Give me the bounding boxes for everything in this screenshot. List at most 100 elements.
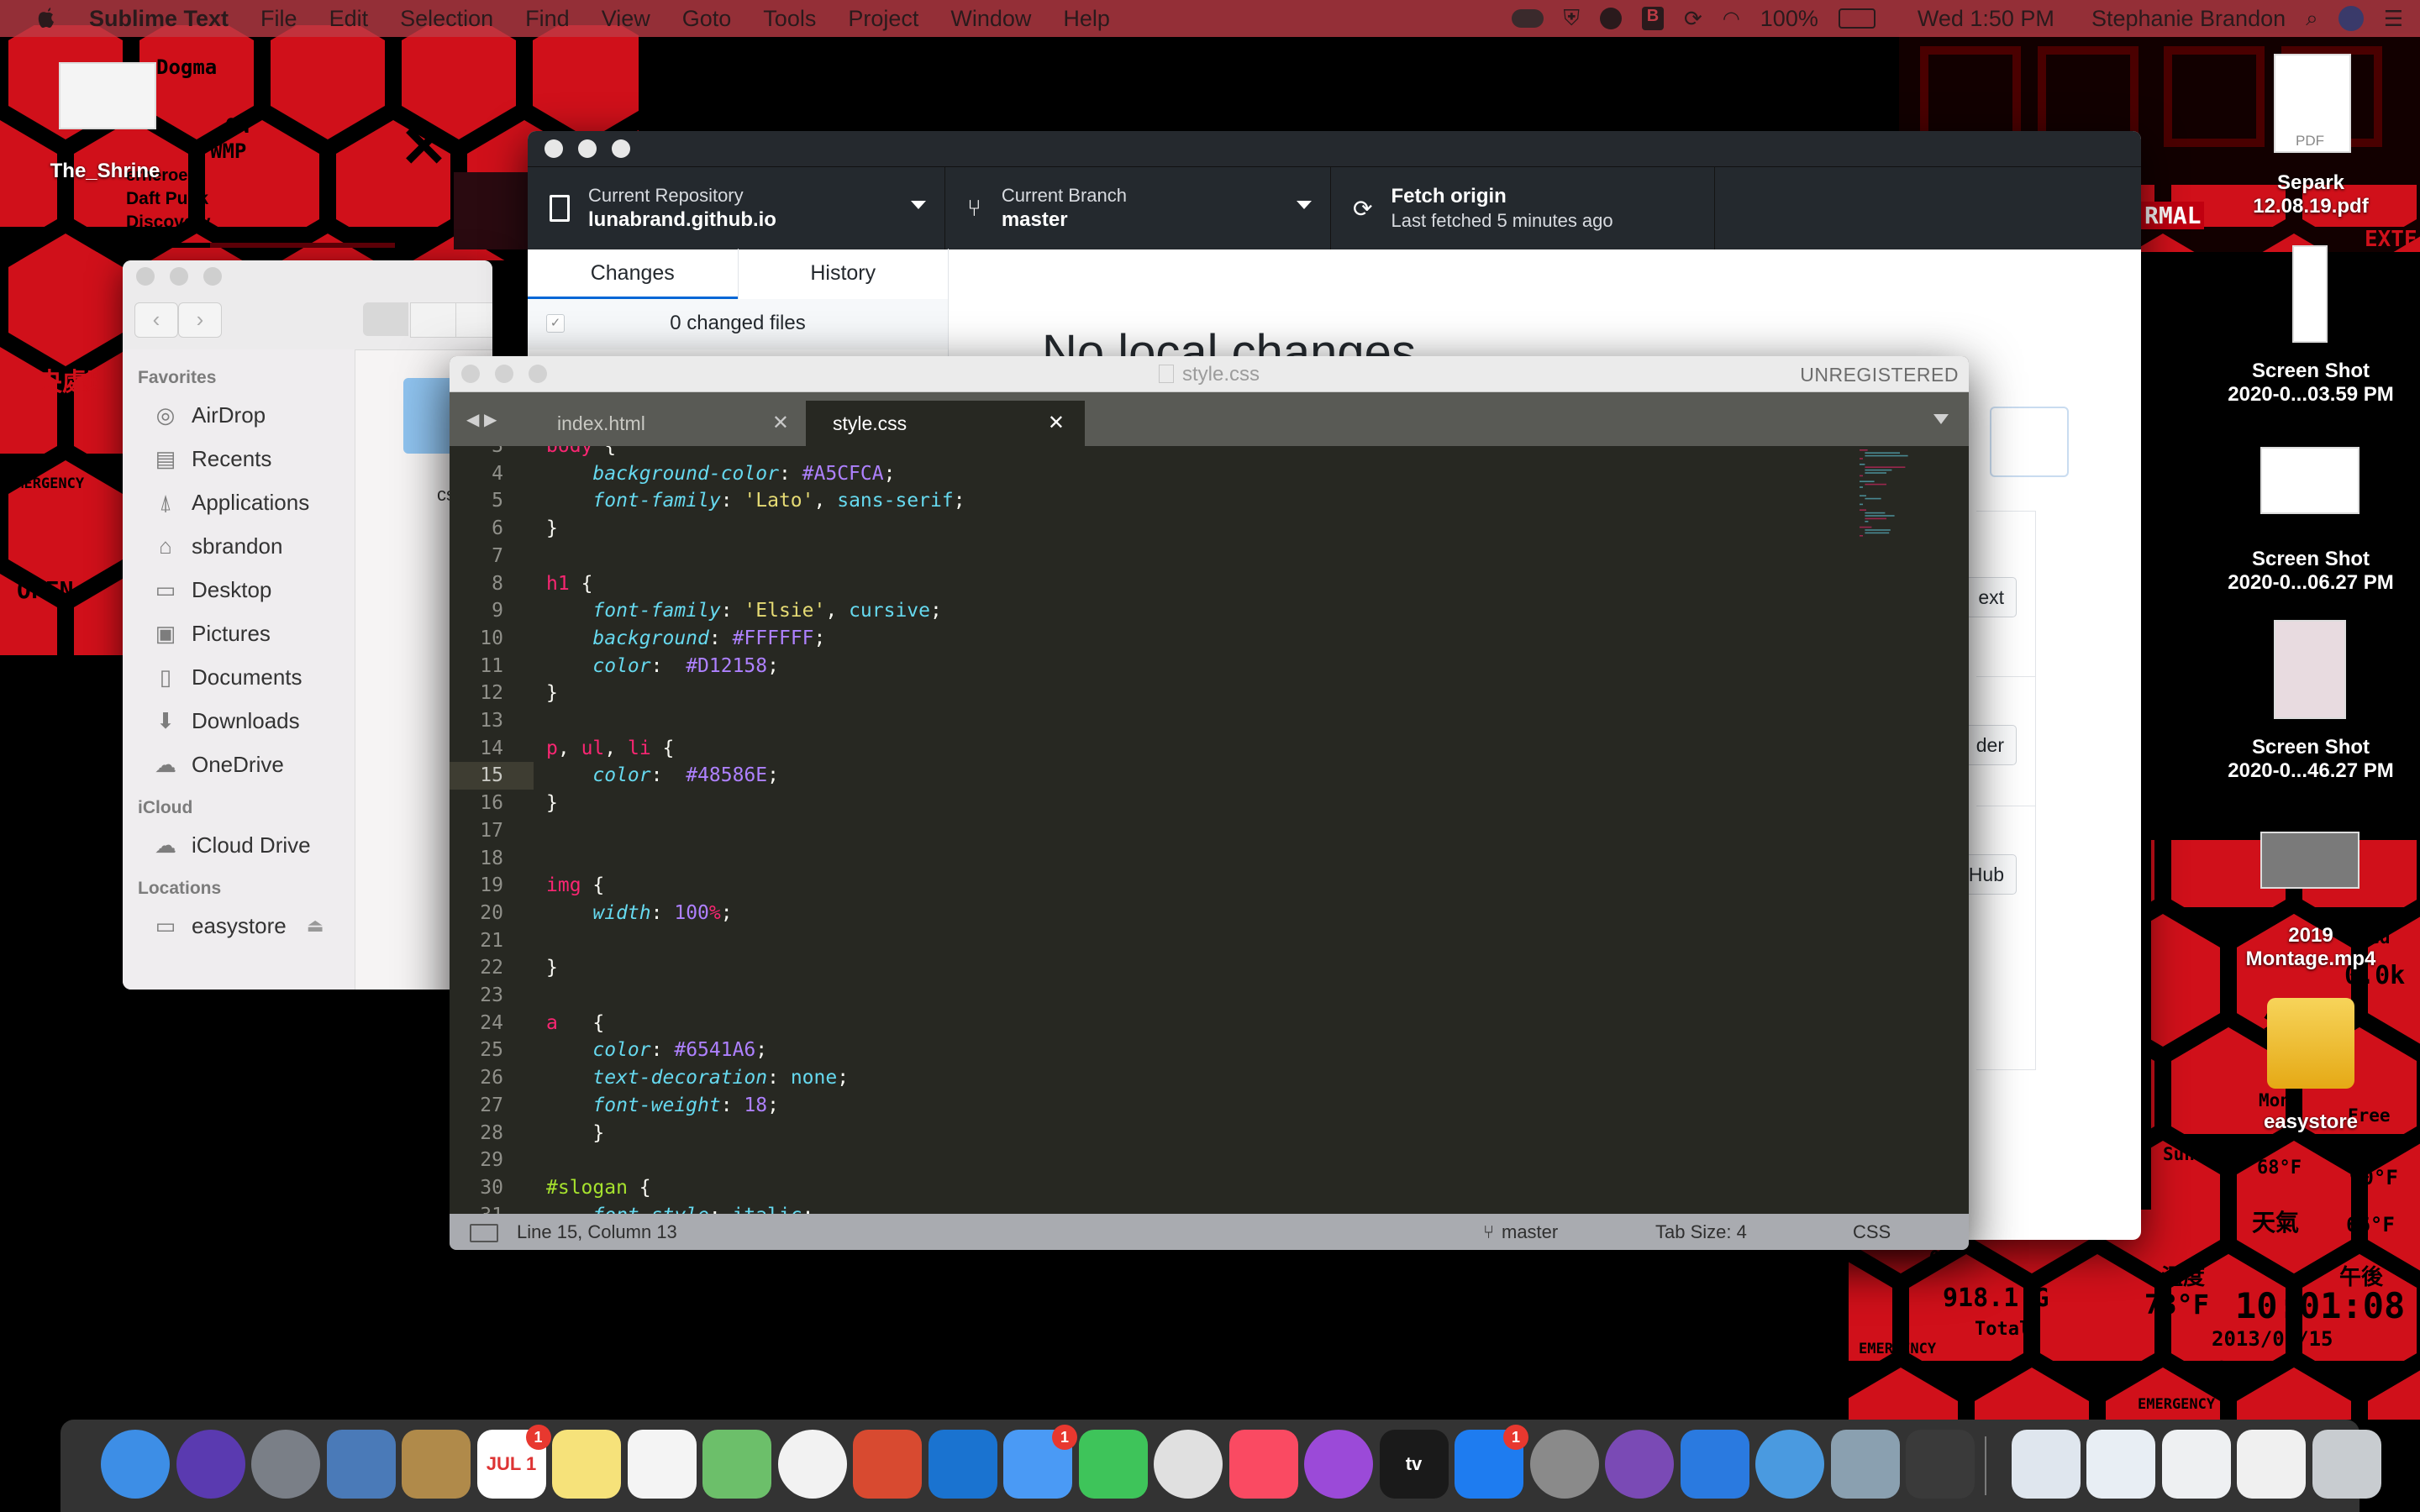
menu-window[interactable]: Window (950, 6, 1031, 32)
maps-icon[interactable] (702, 1430, 771, 1499)
code-line[interactable]: 28 } (450, 1120, 1861, 1147)
sidebar-item-downloads[interactable]: ⬇ Downloads (123, 699, 355, 743)
finder-back-button[interactable]: ‹ (134, 302, 178, 338)
minimap[interactable] (1809, 446, 1969, 572)
menubar-clock[interactable]: Wed 1:50 PM (1918, 6, 2054, 32)
code-line[interactable]: 15 color: #48586E; (450, 762, 1861, 790)
chrome-icon[interactable] (1154, 1430, 1223, 1499)
preview-icon[interactable] (326, 1430, 396, 1499)
code-line[interactable]: 3 body { (450, 446, 1861, 460)
sidebar-item-applications[interactable]: ⍋ Applications (123, 480, 355, 524)
github-minimize-button[interactable] (578, 139, 597, 158)
desktop-icon-easystore[interactable]: easystore (2210, 1110, 2412, 1134)
sidebar-item-icloud-drive[interactable]: ☁ iCloud Drive (123, 823, 355, 867)
desktop-icon-the-shrine[interactable]: The_Shrine (34, 160, 176, 183)
code-line[interactable]: 22} (450, 954, 1861, 982)
menu-selection[interactable]: Selection (400, 6, 493, 32)
code-line[interactable]: 9 font-family: 'Elsie', cursive; (450, 597, 1861, 625)
tab-back-arrow-icon[interactable]: ◀ (466, 411, 479, 429)
tab-changes[interactable]: Changes (528, 249, 738, 299)
desktop-icon-screenshot-1-thumb[interactable] (2292, 245, 2328, 343)
tab-style-css[interactable]: style.css ✕ (806, 401, 1085, 446)
code-line[interactable]: 13 (450, 707, 1861, 735)
wifi-icon[interactable]: ◠ (1723, 7, 1740, 31)
code-line[interactable]: 14 p, ul, li { (450, 735, 1861, 763)
code-line[interactable]: 10 background: #FFFFFF; (450, 625, 1861, 653)
fetch-origin-button[interactable]: ⟳ Fetch origin Last fetched 5 minutes ag… (1331, 167, 1715, 249)
suggestion-button-1[interactable]: ext (1965, 577, 2017, 617)
menu-view[interactable]: View (602, 6, 650, 32)
sidebar-item-onedrive[interactable]: ☁ OneDrive (123, 743, 355, 786)
tab-history[interactable]: History (737, 249, 949, 299)
spotlight-search-icon[interactable]: ⌕ (2306, 5, 2318, 32)
podcasts-icon[interactable] (1304, 1430, 1373, 1499)
current-branch-selector[interactable]: ⑂ Current Branch master (945, 167, 1331, 249)
finder-zoom-button[interactable] (203, 267, 222, 286)
facetime-icon[interactable] (1078, 1430, 1148, 1499)
menu-app-name[interactable]: Sublime Text (89, 6, 229, 32)
finder-minimize-button[interactable] (170, 267, 188, 286)
onedrive-icon[interactable] (928, 1430, 997, 1499)
tab-size[interactable]: Tab Size: 4 (1655, 1214, 1747, 1250)
sidebar-item-sbrandon[interactable]: ⌂ sbrandon (123, 524, 355, 568)
code-editor[interactable]: 3 body {4 background-color: #A5CFCA; 5 fon… (450, 446, 1969, 1214)
github-icon[interactable] (1605, 1430, 1674, 1499)
sublime-icon[interactable] (1906, 1430, 1975, 1499)
code-line[interactable]: 16} (450, 790, 1861, 817)
code-line[interactable]: 21 (450, 927, 1861, 955)
eject-icon[interactable]: ⏏ (307, 915, 324, 937)
desktop-icon-montage-thumb[interactable] (2260, 832, 2360, 889)
photos-icon[interactable] (777, 1430, 847, 1499)
stack-icon[interactable] (2161, 1430, 2231, 1499)
app-store-icon[interactable]: 1 (1455, 1425, 1528, 1499)
tab-list-dropdown-icon[interactable] (1933, 414, 1949, 424)
syntax-mode[interactable]: CSS (1853, 1214, 1891, 1250)
code-line[interactable]: 11 color: #D12158; (450, 653, 1861, 680)
vpn-shield-icon[interactable]: ⛨ (1564, 5, 1581, 32)
siri-icon[interactable] (2338, 6, 2364, 31)
menu-find[interactable]: Find (525, 6, 570, 32)
sidebar-item-documents[interactable]: ▯ Documents (123, 655, 355, 699)
desktop-icon-montage[interactable]: 2019 Montage.mp4 (2210, 924, 2412, 971)
status-branch[interactable]: master (1502, 1214, 1558, 1250)
menu-goto[interactable]: Goto (682, 6, 732, 32)
code-line[interactable]: 8 h1 { (450, 570, 1861, 598)
reminders-icon[interactable] (627, 1430, 697, 1499)
music-icon[interactable] (1228, 1430, 1298, 1499)
tab-index-html[interactable]: index.html ✕ (530, 401, 809, 446)
sidebar-item-recents[interactable]: ▤ Recents (123, 437, 355, 480)
image-capture-icon[interactable] (1830, 1430, 1900, 1499)
calendar-icon[interactable]: JUL 1 1 (476, 1425, 551, 1499)
icloud-status-icon[interactable] (1511, 9, 1544, 28)
sidebar-item-airdrop[interactable]: ◎ AirDrop (123, 393, 355, 437)
desktop-icon-separk-pdf[interactable]: Separk 12.08.19.pdf (2210, 171, 2412, 218)
desktop-icon-screenshot-3[interactable]: Screen Shot 2020-0...46.27 PM (2193, 736, 2420, 783)
code-line[interactable]: 18 (450, 845, 1861, 873)
view-icons-button[interactable] (363, 302, 408, 336)
stack-icon[interactable] (2011, 1430, 2081, 1499)
remote-desktop-icon[interactable] (853, 1430, 922, 1499)
finder-close-button[interactable] (136, 267, 155, 286)
code-line[interactable]: 19 img { (450, 872, 1861, 900)
code-line[interactable]: 5 font-family: 'Lato', sans-serif; (450, 487, 1861, 515)
code-line[interactable]: 27 font-weight: 18; (450, 1092, 1861, 1120)
code-line[interactable]: 7 (450, 543, 1861, 570)
wifi-icon[interactable] (1755, 1430, 1824, 1499)
notes-icon[interactable] (552, 1430, 621, 1499)
code-line[interactable]: 23 (450, 982, 1861, 1010)
menu-tools[interactable]: Tools (763, 6, 816, 32)
battery-icon[interactable] (1838, 8, 1876, 29)
stack-icon[interactable] (2237, 1430, 2306, 1499)
code-line[interactable]: 20 width: 100%; (450, 900, 1861, 927)
code-line[interactable]: 26 text-decoration: none; (450, 1064, 1861, 1092)
code-line[interactable]: 30 #slogan { (450, 1174, 1861, 1202)
messages-icon[interactable]: 1 (1003, 1425, 1077, 1499)
tab-close-icon[interactable]: ✕ (1048, 401, 1065, 446)
desktop-icon-screenshot-1[interactable]: Screen Shot 2020-0...03.59 PM (2193, 360, 2420, 407)
sidebar-item-easystore[interactable]: ▭ easystore ⏏ (123, 904, 355, 948)
stack-icon[interactable] (2086, 1430, 2155, 1499)
menu-project[interactable]: Project (848, 6, 918, 32)
panel-toggle-icon[interactable] (470, 1224, 498, 1242)
code-line[interactable]: 24 a { (450, 1010, 1861, 1037)
tv-icon[interactable]: tv (1379, 1430, 1449, 1499)
